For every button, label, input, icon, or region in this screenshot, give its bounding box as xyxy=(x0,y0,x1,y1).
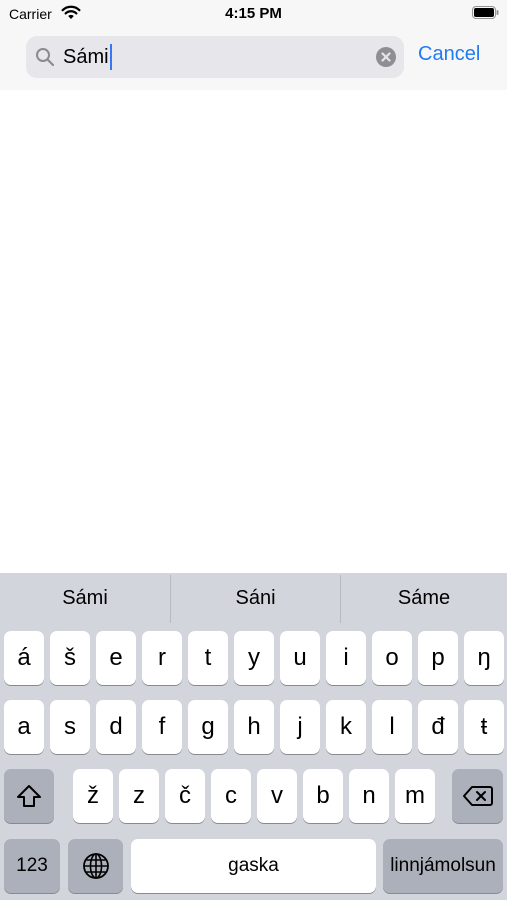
key-letter[interactable]: a xyxy=(4,700,44,754)
text-cursor xyxy=(109,44,112,70)
key-letter[interactable]: v xyxy=(257,769,297,823)
key-letter[interactable]: e xyxy=(96,631,136,685)
key-letter[interactable]: z xyxy=(119,769,159,823)
battery-icon xyxy=(472,6,499,19)
search-input-text: Sámi xyxy=(63,46,109,68)
key-letter[interactable]: á xyxy=(4,631,44,685)
delete-key[interactable] xyxy=(452,769,503,823)
status-bar: Carrier 4:15 PM xyxy=(0,0,507,28)
keyboard: Sámi Sáni Sáme á š e r t y u i o p ŋ a s… xyxy=(0,573,507,900)
shift-key[interactable] xyxy=(4,769,54,823)
cancel-button[interactable]: Cancel xyxy=(418,43,480,66)
key-letter[interactable]: p xyxy=(418,631,458,685)
key-letter[interactable]: n xyxy=(349,769,389,823)
key-letter[interactable]: l xyxy=(372,700,412,754)
key-letter[interactable]: j xyxy=(280,700,320,754)
key-letter[interactable]: i xyxy=(326,631,366,685)
key-letter[interactable]: g xyxy=(188,700,228,754)
search-icon xyxy=(35,47,55,67)
numbers-key[interactable]: 123 xyxy=(4,839,60,893)
suggestion-item[interactable]: Sáni xyxy=(171,573,340,623)
clock: 4:15 PM xyxy=(225,5,282,22)
key-letter[interactable]: d xyxy=(96,700,136,754)
key-letter[interactable]: o xyxy=(372,631,412,685)
key-letter[interactable]: r xyxy=(142,631,182,685)
return-key[interactable]: linnjámolsun xyxy=(383,839,503,893)
key-letter[interactable]: m xyxy=(395,769,435,823)
suggestion-item[interactable]: Sáme xyxy=(341,573,507,623)
suggestion-item[interactable]: Sámi xyxy=(0,573,170,623)
suggestion-bar: Sámi Sáni Sáme xyxy=(0,573,507,623)
key-letter[interactable]: ŧ xyxy=(464,700,504,754)
search-field[interactable]: Sámi xyxy=(26,36,404,78)
key-letter[interactable]: č xyxy=(165,769,205,823)
key-letter[interactable]: u xyxy=(280,631,320,685)
key-letter[interactable]: t xyxy=(188,631,228,685)
key-letter[interactable]: đ xyxy=(418,700,458,754)
key-letter[interactable]: s xyxy=(50,700,90,754)
key-letter[interactable]: š xyxy=(50,631,90,685)
key-letter[interactable]: ŋ xyxy=(464,631,504,685)
space-key[interactable]: gaska xyxy=(131,839,376,893)
search-header: Sámi Cancel xyxy=(0,28,507,90)
globe-key[interactable] xyxy=(68,839,123,893)
key-letter[interactable]: y xyxy=(234,631,274,685)
key-letter[interactable]: h xyxy=(234,700,274,754)
key-letter[interactable]: k xyxy=(326,700,366,754)
key-letter[interactable]: c xyxy=(211,769,251,823)
key-letter[interactable]: b xyxy=(303,769,343,823)
key-letter[interactable]: f xyxy=(142,700,182,754)
search-input[interactable]: Sámi xyxy=(63,44,112,70)
key-letter[interactable]: ž xyxy=(73,769,113,823)
clear-icon[interactable] xyxy=(376,47,396,67)
